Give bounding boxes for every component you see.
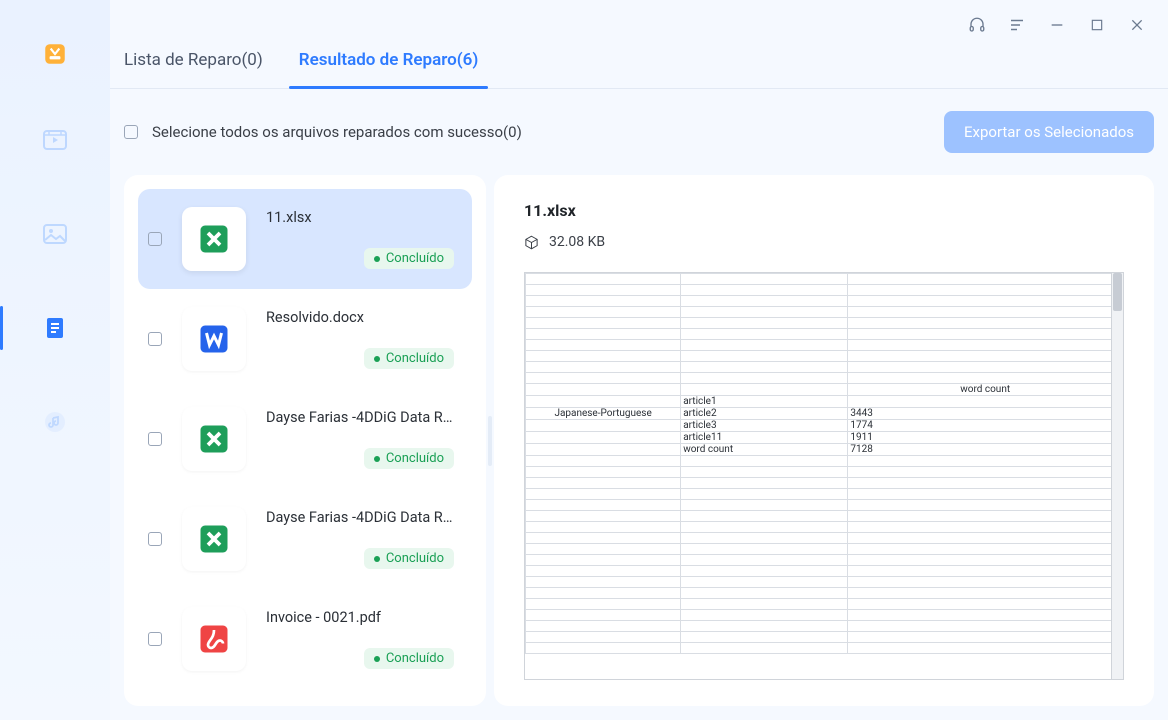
file-name: Invoice - 0021.pdf: [266, 609, 454, 626]
file-card[interactable]: Dayse Farias -4DDiG Data R... Concluído: [138, 489, 472, 589]
file-type-icon: [182, 407, 246, 471]
file-status-badge: Concluído: [364, 648, 454, 669]
select-all-label: Selecione todos os arquivos reparados co…: [152, 123, 522, 141]
preview-scrollbar[interactable]: [1111, 273, 1123, 679]
file-card[interactable]: Dayse Farias -4DDiG Data R... Concluído: [138, 389, 472, 489]
file-checkbox[interactable]: [148, 632, 162, 646]
maximize-icon[interactable]: [1088, 16, 1106, 34]
panel-divider[interactable]: [486, 175, 494, 706]
file-status-badge: Concluído: [364, 548, 454, 569]
file-card[interactable]: 11.xlsx Concluído: [138, 189, 472, 289]
file-name: Resolvido.docx: [266, 309, 454, 326]
file-checkbox[interactable]: [148, 232, 162, 246]
window-titlebar: [110, 0, 1168, 50]
sidebar: [0, 0, 110, 720]
filesize-icon: [524, 235, 539, 250]
file-name: Dayse Farias -4DDiG Data R...: [266, 409, 454, 426]
menu-icon[interactable]: [1008, 16, 1026, 34]
app-logo: [41, 40, 69, 68]
sidebar-item-video[interactable]: [33, 118, 77, 162]
close-icon[interactable]: [1128, 16, 1146, 34]
main-area: Lista de Reparo(0) Resultado de Reparo(6…: [110, 0, 1168, 720]
preview-filesize: 32.08 KB: [549, 234, 605, 250]
select-row: Selecione todos os arquivos reparados co…: [110, 89, 1168, 175]
file-name: 11.xlsx: [266, 209, 454, 226]
minimize-icon[interactable]: [1048, 16, 1066, 34]
file-status-badge: Concluído: [364, 448, 454, 469]
tab-repair-list[interactable]: Lista de Reparo(0): [124, 50, 263, 88]
sidebar-item-document[interactable]: [33, 306, 77, 350]
file-type-icon: [182, 607, 246, 671]
file-checkbox[interactable]: [148, 332, 162, 346]
content-area: 11.xlsxConcluídoResolvido.docxConcluídoD…: [110, 175, 1168, 720]
tab-repair-result[interactable]: Resultado de Reparo(6): [299, 50, 479, 88]
file-list-panel: 11.xlsxConcluídoResolvido.docxConcluídoD…: [124, 175, 486, 706]
file-card[interactable]: Invoice - 0021.pdf Concluído: [138, 589, 472, 689]
file-card[interactable]: Resolvido.docx Concluído: [138, 289, 472, 389]
spreadsheet-preview: word countarticle1Japanese-Portugueseart…: [524, 272, 1124, 680]
select-all-checkbox[interactable]: [124, 125, 138, 139]
file-type-icon: [182, 507, 246, 571]
preview-panel: 11.xlsx 32.08 KB word countarticle1Japan…: [494, 175, 1154, 706]
file-name: Dayse Farias -4DDiG Data R...: [266, 509, 454, 526]
file-status-badge: Concluído: [364, 348, 454, 369]
file-checkbox[interactable]: [148, 532, 162, 546]
file-type-icon: [182, 207, 246, 271]
export-selected-button[interactable]: Exportar os Selecionados: [944, 111, 1154, 153]
preview-filename: 11.xlsx: [524, 201, 1124, 220]
tabs: Lista de Reparo(0) Resultado de Reparo(6…: [110, 50, 1168, 89]
file-type-icon: [182, 307, 246, 371]
support-icon[interactable]: [968, 16, 986, 34]
file-checkbox[interactable]: [148, 432, 162, 446]
preview-meta: 32.08 KB: [524, 234, 1124, 250]
file-status-badge: Concluído: [364, 248, 454, 269]
sidebar-item-audio[interactable]: [33, 400, 77, 444]
sidebar-item-photo[interactable]: [33, 212, 77, 256]
